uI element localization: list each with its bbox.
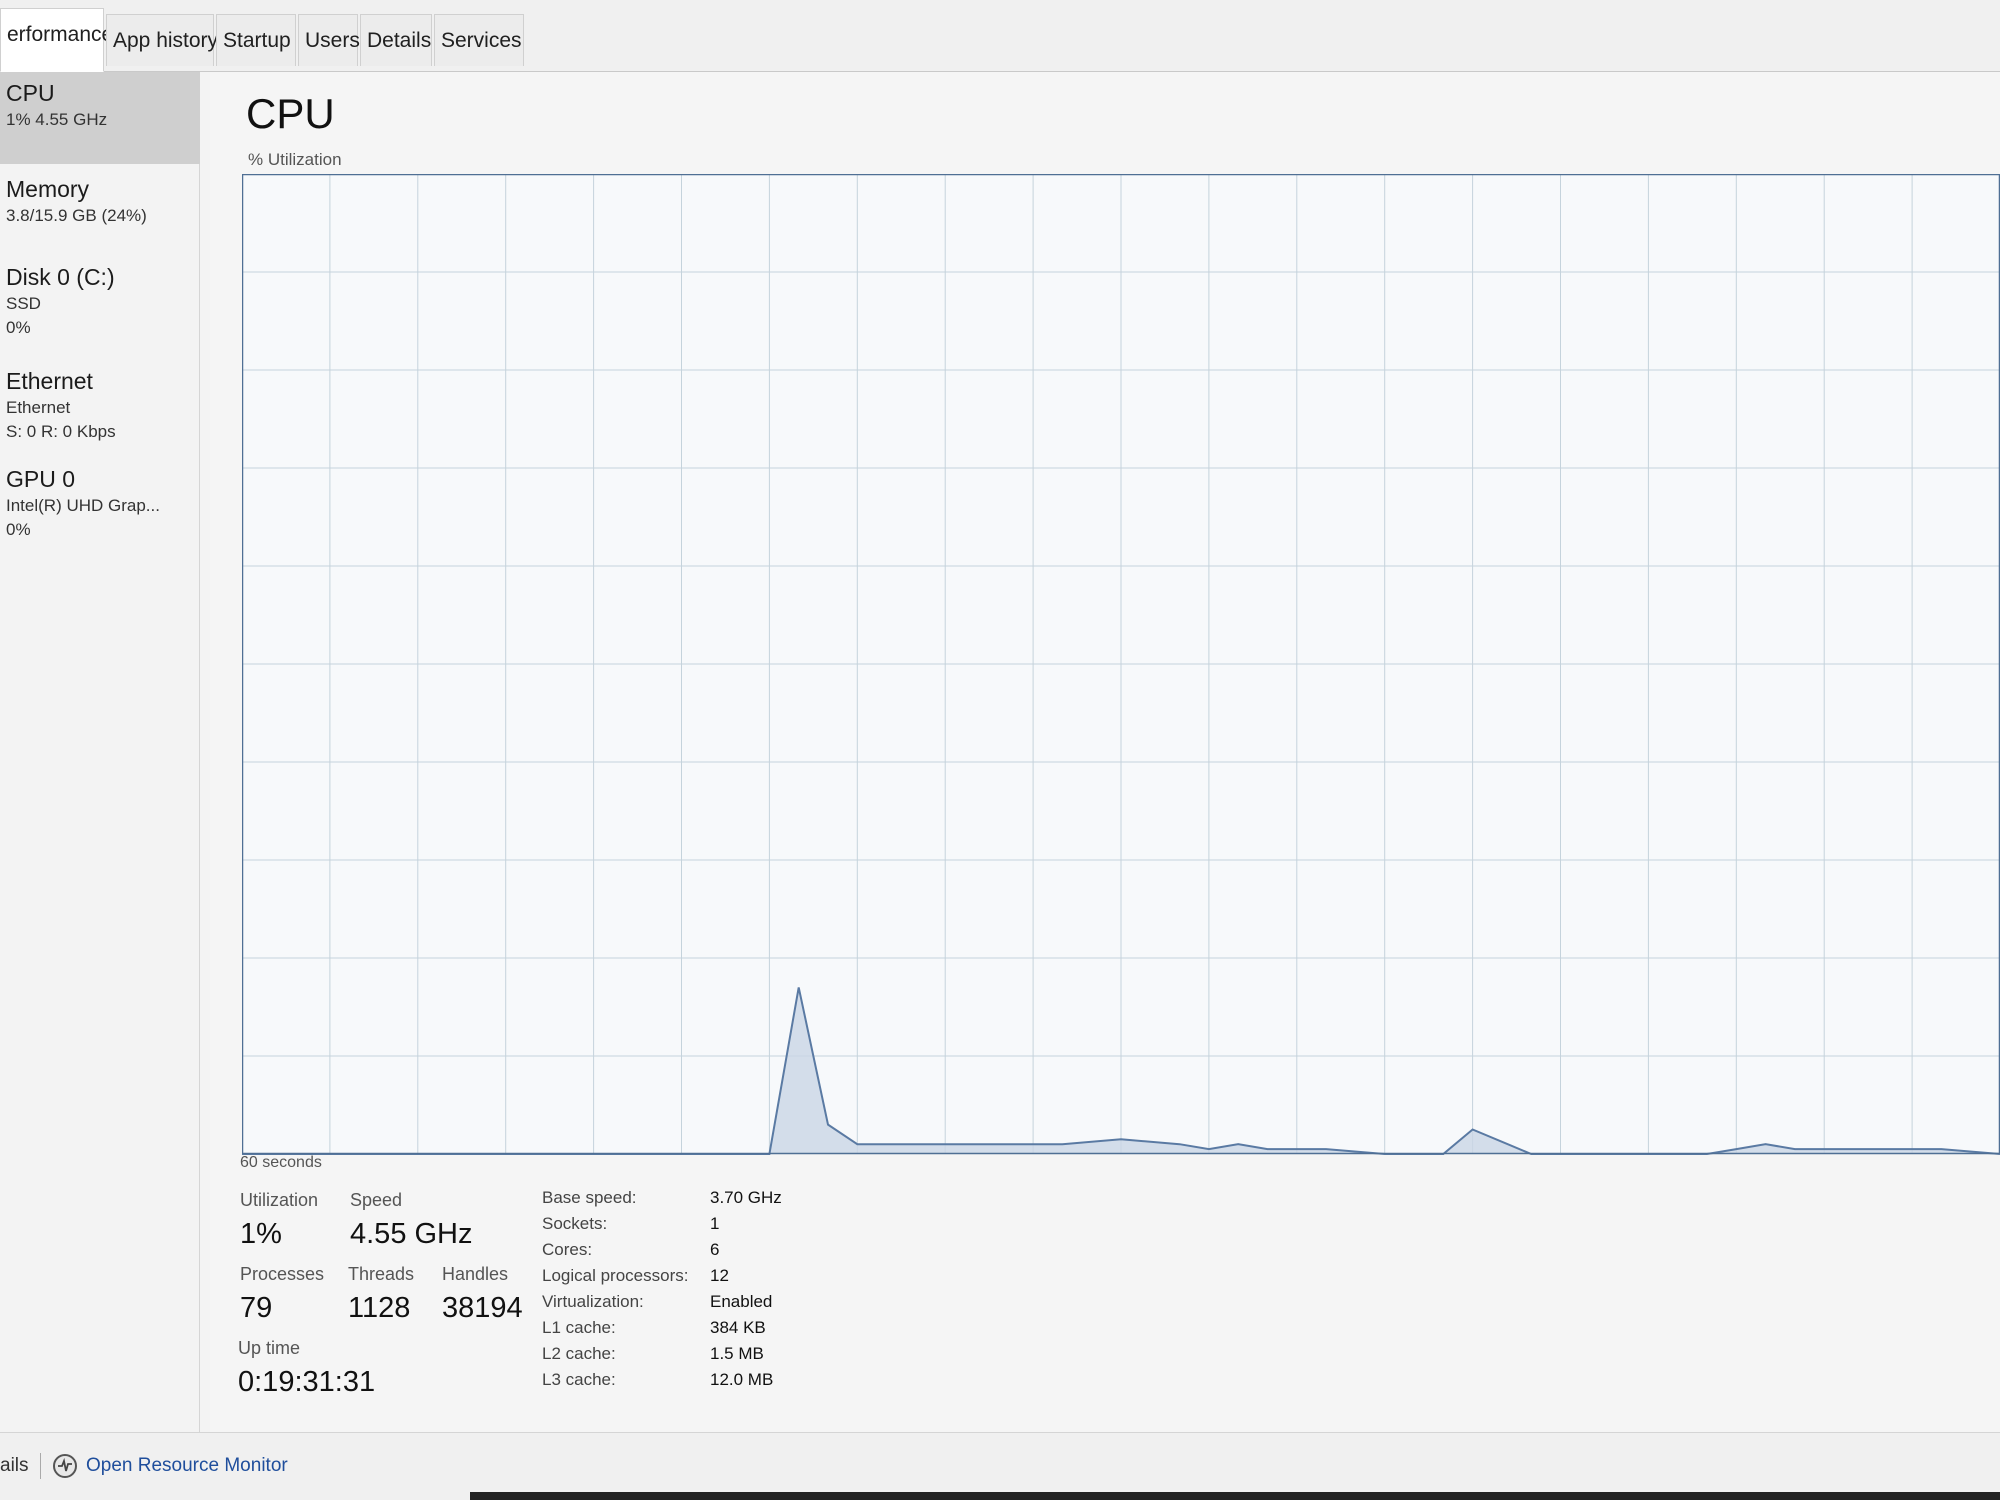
sidebar-item-memory[interactable]: Memory 3.8/15.9 GB (24%) (0, 168, 200, 252)
sidebar-item-disk[interactable]: Disk 0 (C:) SSD 0% (0, 256, 200, 356)
sidebar-item-cpu[interactable]: CPU 1% 4.55 GHz (0, 72, 200, 164)
task-manager-window: erformance App history Startup Users Det… (0, 0, 2000, 1500)
sidebar-item-title: Disk 0 (C:) (6, 264, 115, 290)
sidebar-item-detail: 3.8/15.9 GB (24%) (6, 206, 147, 225)
spec-l1-cache-value: 384 KB (710, 1318, 766, 1337)
open-resource-monitor-link[interactable]: Open Resource Monitor (86, 1455, 288, 1477)
speed-value: 4.55 GHz (350, 1218, 473, 1250)
cpu-utilization-chart (241, 173, 2000, 1174)
tab-app-history[interactable]: App history (106, 14, 218, 66)
sidebar-item-detail: SSD (6, 294, 41, 313)
spec-l3-cache-label: L3 cache: (542, 1370, 616, 1389)
sidebar-item-detail: 0% (6, 318, 31, 337)
spec-virtualization-value: Enabled (710, 1292, 773, 1311)
chart-time-label: 60 seconds (240, 1154, 322, 1171)
spec-sockets-label: Sockets: (542, 1214, 608, 1233)
footer-divider (40, 1453, 41, 1479)
spec-cores-value: 6 (710, 1240, 720, 1259)
sidebar-item-title: GPU 0 (6, 466, 76, 492)
spec-l1-cache-label: L1 cache: (542, 1318, 616, 1337)
screen-bottom-edge (470, 1492, 2000, 1500)
chart-y-label: % Utilization (248, 150, 342, 169)
uptime-label: Up time (238, 1338, 301, 1358)
spec-base-speed-value: 3.70 GHz (710, 1188, 782, 1207)
sidebar-item-detail: 0% (6, 520, 31, 539)
resource-monitor-icon[interactable] (52, 1453, 78, 1479)
fewer-details-link[interactable]: ails (0, 1455, 29, 1477)
uptime-value: 0:19:31:31 (238, 1366, 376, 1398)
tab-details[interactable]: Details (360, 14, 432, 66)
handles-label: Handles (442, 1264, 509, 1284)
spec-l2-cache-value: 1.5 MB (710, 1344, 764, 1363)
tab-startup[interactable]: Startup (216, 14, 296, 66)
speed-label: Speed (350, 1190, 403, 1210)
spec-logical-processors-value: 12 (710, 1266, 729, 1285)
spec-base-speed-label: Base speed: (542, 1188, 637, 1207)
chart-grid (242, 174, 2000, 1154)
tab-bar: erformance App history Startup Users Det… (0, 0, 2000, 72)
page-title: CPU (246, 90, 335, 137)
utilization-label: Utilization (240, 1190, 319, 1210)
tab-performance[interactable]: erformance (0, 8, 113, 72)
sidebar-item-detail: S: 0 R: 0 Kbps (6, 422, 116, 441)
sidebar-item-ethernet[interactable]: Ethernet Ethernet S: 0 R: 0 Kbps (0, 360, 200, 454)
sidebar-item-title: Ethernet (6, 368, 93, 394)
sidebar-item-title: CPU (6, 80, 55, 106)
spec-virtualization-label: Virtualization: (542, 1292, 644, 1311)
handles-value: 38194 (442, 1292, 523, 1324)
tab-services[interactable]: Services (434, 14, 524, 66)
footer-bar: ails Open Resource Monitor (0, 1432, 2000, 1500)
threads-label: Threads (348, 1264, 415, 1284)
spec-l3-cache-value: 12.0 MB (710, 1370, 774, 1389)
sidebar-item-detail: Intel(R) UHD Grap... (6, 496, 160, 515)
spec-sockets-value: 1 (710, 1214, 720, 1233)
sidebar-item-detail: 1% 4.55 GHz (6, 110, 108, 129)
sidebar-item-detail: Ethernet (6, 398, 71, 417)
processes-label: Processes (240, 1264, 325, 1284)
spec-logical-processors-label: Logical processors: (542, 1266, 689, 1285)
sidebar-item-title: Memory (6, 176, 90, 202)
performance-panel: CPU % Utilization 60 seconds Utilization… (210, 72, 2000, 1432)
tab-users[interactable]: Users (298, 14, 360, 66)
threads-value: 1128 (348, 1292, 411, 1324)
processes-value: 79 (240, 1292, 273, 1324)
spec-l2-cache-label: L2 cache: (542, 1344, 616, 1363)
spec-cores-label: Cores: (542, 1240, 593, 1259)
resource-sidebar: CPU 1% 4.55 GHz Memory 3.8/15.9 GB (24%)… (0, 72, 200, 1432)
sidebar-item-gpu[interactable]: GPU 0 Intel(R) UHD Grap... 0% (0, 458, 200, 558)
cpu-chart-svg (241, 173, 2000, 1155)
utilization-value: 1% (240, 1218, 282, 1250)
